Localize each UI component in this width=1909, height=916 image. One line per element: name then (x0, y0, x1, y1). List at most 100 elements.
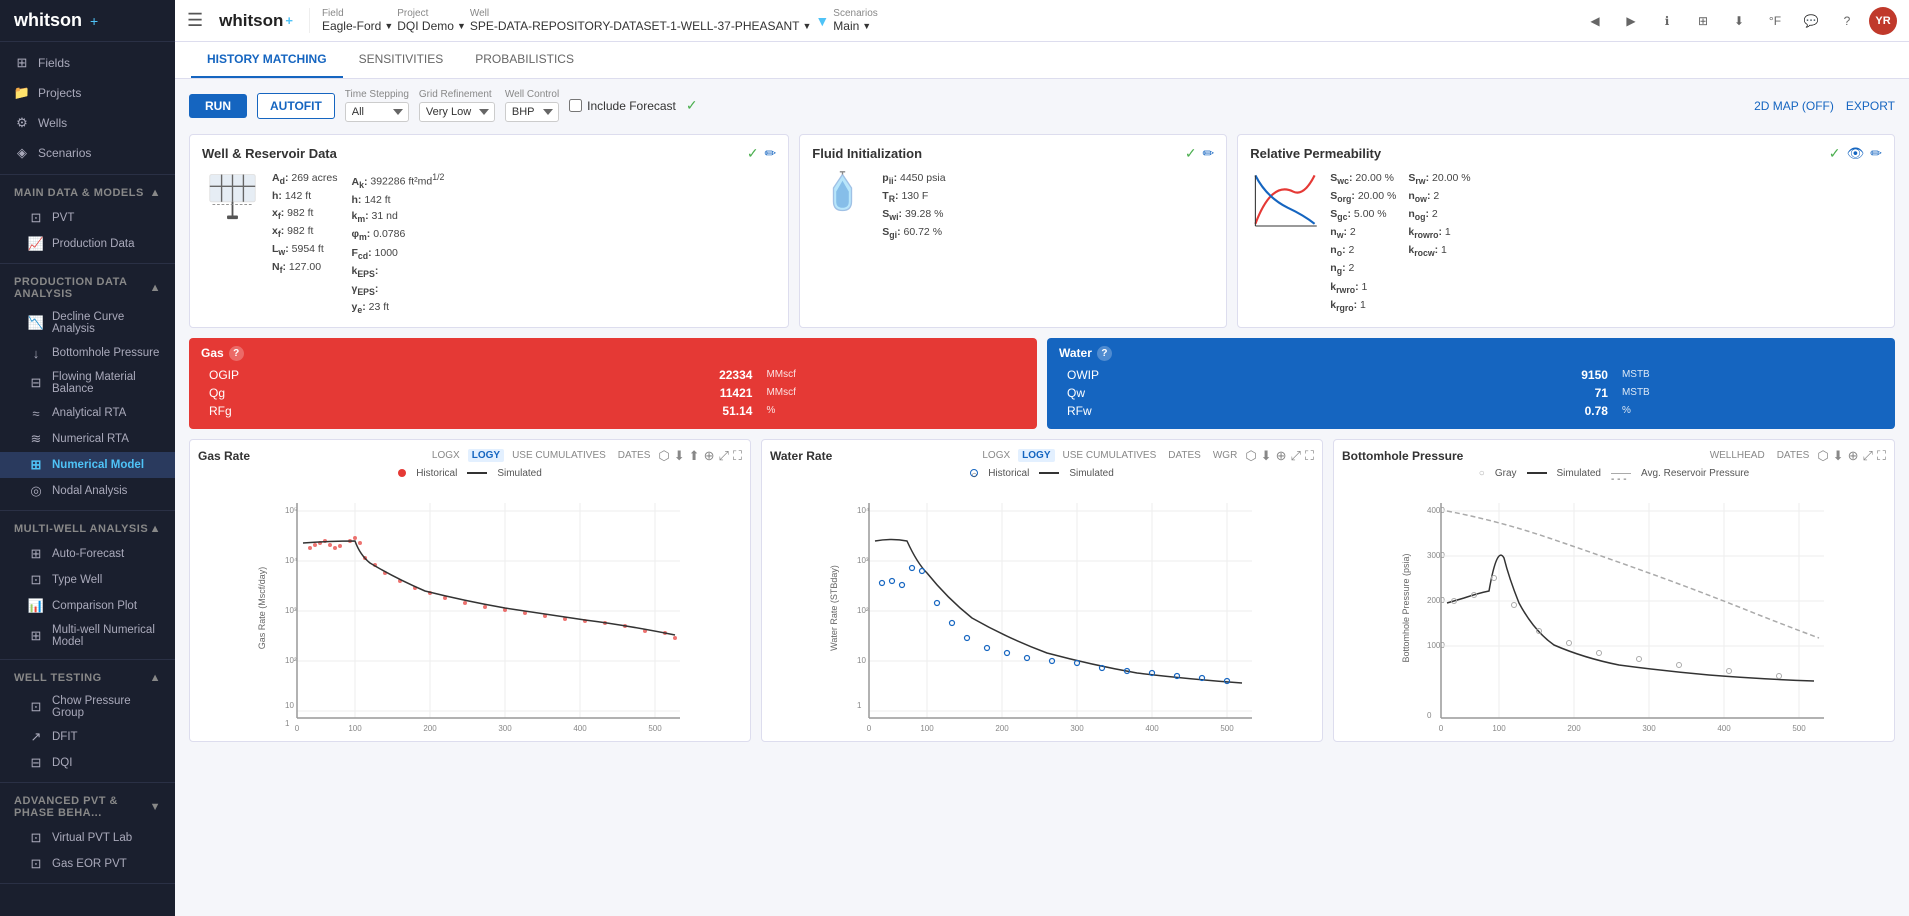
water-rate-fullscreen-icon[interactable]: ⛶ (1305, 448, 1314, 464)
water-rate-download-icon[interactable]: ⬇ (1261, 448, 1272, 464)
sidebar-item-numerical-rta[interactable]: ≋ Numerical RTA (0, 426, 175, 452)
sidebar-item-comparison-plot[interactable]: 📊 Comparison Plot (0, 593, 175, 619)
analytical-icon: ≈ (28, 405, 44, 421)
gas-info-icon[interactable]: ? (229, 346, 244, 361)
sidebar-item-wells[interactable]: ⚙ Wells (0, 108, 175, 138)
sidebar-item-nodal-analysis[interactable]: ◎ Nodal Analysis (0, 478, 175, 504)
download-btn[interactable]: ⬇ (1725, 7, 1753, 35)
gas-rate-download-icon[interactable]: ⬇ (674, 448, 685, 464)
autofit-button[interactable]: AUTOFIT (257, 93, 335, 119)
main-data-header[interactable]: Main Data & Models ▲ (0, 181, 175, 205)
svg-text:10: 10 (285, 701, 294, 710)
sidebar-item-dfit[interactable]: ↗ DFIT (0, 724, 175, 750)
export-button[interactable]: EXPORT (1846, 99, 1895, 113)
tab-history-matching[interactable]: HISTORY MATCHING (191, 42, 343, 78)
scenarios-value[interactable]: Main ▼ (833, 19, 877, 33)
sidebar-item-auto-forecast[interactable]: ⊞ Auto-Forecast (0, 541, 175, 567)
well-value[interactable]: SPE-DATA-REPOSITORY-DATASET-1-WELL-37-PH… (470, 19, 812, 33)
user-avatar[interactable]: YR (1869, 7, 1897, 35)
sidebar-item-flowing-material[interactable]: ⊟ Flowing Material Balance (0, 366, 175, 400)
bh-fullscreen-icon[interactable]: ⛶ (1877, 448, 1886, 464)
gas-rate-upload-icon[interactable]: ⬆ (689, 448, 700, 464)
sidebar-item-production-data[interactable]: 📈 Production Data (0, 231, 175, 257)
message-btn[interactable]: 💬 (1797, 7, 1825, 35)
hamburger-icon[interactable]: ☰ (187, 10, 203, 31)
grid-refinement-select[interactable]: Very Low (419, 102, 495, 122)
temperature-btn[interactable]: °F (1761, 7, 1789, 35)
tab-probabilistics[interactable]: PROBABILISTICS (459, 42, 590, 78)
sidebar-item-analytical-rta[interactable]: ≈ Analytical RTA (0, 400, 175, 426)
filter-icon[interactable]: ▼ (815, 13, 829, 29)
bh-pressure-title: Bottomhole Pressure (1342, 449, 1463, 463)
sidebar-item-chow[interactable]: ⊡ Chow Pressure Group (0, 690, 175, 724)
sidebar-item-dqi[interactable]: ⊟ DQI (0, 750, 175, 776)
time-stepping-select[interactable]: All (345, 102, 409, 122)
project-value[interactable]: DQI Demo ▼ (397, 19, 466, 33)
gas-rate-fullscreen-icon[interactable]: ⛶ (733, 448, 742, 464)
sidebar-item-scenarios[interactable]: ◈ Scenarios (0, 138, 175, 168)
water-simulated-line (1039, 472, 1059, 474)
advanced-pvt-header[interactable]: Advanced PVT & Phase Beha... ▼ (0, 789, 175, 825)
gas-rate-share-icon[interactable]: ⬡ (658, 448, 669, 464)
water-rate-logy-btn[interactable]: LOGY (1018, 449, 1054, 462)
production-analysis-section: Production Data Analysis ▲ 📉 Decline Cur… (0, 264, 175, 511)
multi-well-header[interactable]: Multi-Well Analysis ▲ (0, 517, 175, 541)
brand-plus: + (285, 13, 293, 28)
bh-wellhead-btn[interactable]: WELLHEAD (1706, 449, 1769, 462)
bh-simulated-line (1527, 472, 1547, 474)
water-rate-share-icon[interactable]: ⬡ (1245, 448, 1256, 464)
relperm-header: Relative Permeability ✓ 👁 ✏ (1250, 145, 1882, 162)
info-btn[interactable]: ℹ (1653, 7, 1681, 35)
bh-dates-btn[interactable]: DATES (1773, 449, 1814, 462)
water-rate-expand-icon[interactable]: ⤢ (1290, 448, 1300, 464)
relperm-edit-icon[interactable]: ✏ (1870, 145, 1882, 162)
sidebar-item-gas-eor[interactable]: ⊡ Gas EOR PVT (0, 851, 175, 877)
include-forecast-checkbox-label[interactable]: Include Forecast (569, 99, 676, 113)
sidebar-item-fields[interactable]: ⊞ Fields (0, 48, 175, 78)
help-btn[interactable]: ? (1833, 7, 1861, 35)
gas-rate-dates-btn[interactable]: DATES (614, 449, 655, 462)
bh-pressure-chart-area: Bottomhole Pressure (psia) 4000 3000 200… (1342, 483, 1886, 733)
fluid-edit-icon[interactable]: ✏ (1203, 145, 1215, 162)
sidebar-item-pvt[interactable]: ⊡ PVT (0, 205, 175, 231)
gas-rate-expand-icon[interactable]: ⤢ (718, 448, 728, 464)
gas-rate-cumulatives-btn[interactable]: USE CUMULATIVES (508, 449, 610, 462)
sidebar-item-virtual-pvt[interactable]: ⊡ Virtual PVT Lab (0, 825, 175, 851)
water-rate-logx-btn[interactable]: LOGX (978, 449, 1014, 462)
water-rate-chart-area: Water Rate (STBday) 10⁴ 10³ 10² 10 1 (770, 483, 1314, 733)
map-button[interactable]: 2D MAP (OFF) (1754, 99, 1834, 113)
gas-rate-logy-btn[interactable]: LOGY (468, 449, 504, 462)
gas-rate-logx-btn[interactable]: LOGX (428, 449, 464, 462)
production-analysis-header[interactable]: Production Data Analysis ▲ (0, 270, 175, 306)
field-value[interactable]: Eagle-Ford ▼ (322, 19, 393, 33)
well-testing-header[interactable]: Well Testing ▲ (0, 666, 175, 690)
gas-rate-chart-card: Gas Rate LOGX LOGY USE CUMULATIVES DATES… (189, 439, 751, 742)
sidebar-item-projects[interactable]: 📁 Projects (0, 78, 175, 108)
run-button[interactable]: RUN (189, 94, 247, 118)
sidebar-item-multi-well-numerical[interactable]: ⊞ Multi-well Numerical Model (0, 619, 175, 653)
water-rate-wgr-btn[interactable]: WGR (1209, 449, 1241, 462)
include-forecast-checkbox[interactable] (569, 99, 582, 112)
sidebar-item-numerical-model[interactable]: ⊞ Numerical Model (0, 452, 175, 478)
bh-expand-icon[interactable]: ⤢ (1862, 448, 1872, 464)
nav-back-btn[interactable]: ◀ (1581, 7, 1609, 35)
sidebar-item-production-data-label: Production Data (52, 238, 134, 250)
sidebar-item-type-well[interactable]: ⊡ Type Well (0, 567, 175, 593)
relperm-content: Swc: 20.00 % Sorg: 20.00 % Sgc: 5.00 % n… (1250, 170, 1882, 315)
nav-forward-btn[interactable]: ▶ (1617, 7, 1645, 35)
grid-view-btn[interactable]: ⊞ (1689, 7, 1717, 35)
bh-share-icon[interactable]: ⬡ (1817, 448, 1828, 464)
tab-sensitivities[interactable]: SENSITIVITIES (343, 42, 460, 78)
bh-zoom-icon[interactable]: ⊕ (1848, 448, 1859, 464)
well-control-select[interactable]: BHP (505, 102, 559, 122)
water-info-icon[interactable]: ? (1097, 346, 1112, 361)
gas-rate-zoom-icon[interactable]: ⊕ (704, 448, 715, 464)
relperm-view-icon[interactable]: 👁 (1846, 145, 1864, 162)
sidebar-item-bottomhole[interactable]: ↓ Bottomhole Pressure (0, 340, 175, 366)
bh-download-icon[interactable]: ⬇ (1833, 448, 1844, 464)
water-rate-zoom-icon[interactable]: ⊕ (1276, 448, 1287, 464)
water-rate-dates-btn[interactable]: DATES (1164, 449, 1205, 462)
water-rate-cumulatives-btn[interactable]: USE CUMULATIVES (1059, 449, 1161, 462)
well-reservoir-edit-icon[interactable]: ✏ (765, 145, 777, 162)
sidebar-item-decline-curve[interactable]: 📉 Decline Curve Analysis (0, 306, 175, 340)
